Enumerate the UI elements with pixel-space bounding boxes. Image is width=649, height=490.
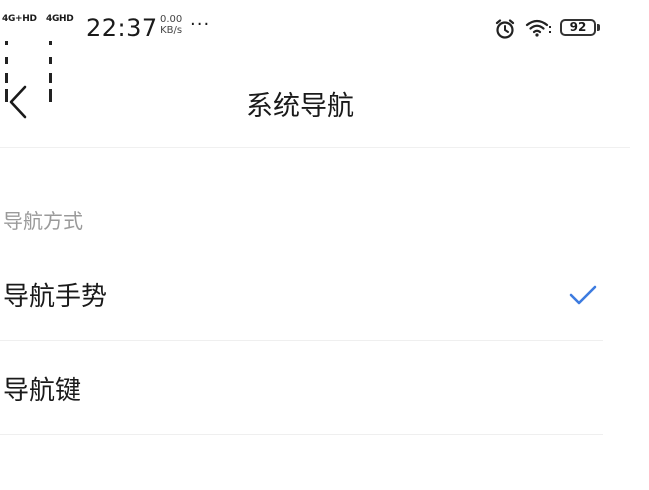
wifi-icon bbox=[525, 19, 551, 37]
network-speed-value: 0.00 bbox=[160, 14, 183, 25]
alarm-clock-icon bbox=[495, 19, 515, 39]
status-bar: 4G+HD 4GHD 22:37 0.00 KB/s ··· 92 bbox=[0, 0, 649, 102]
network-speed: 0.00 KB/s bbox=[160, 14, 182, 36]
more-notifications-icon: ··· bbox=[190, 14, 211, 35]
option-label: 导航手势 bbox=[3, 282, 108, 312]
network-speed-unit: KB/s bbox=[160, 25, 183, 36]
network-type-label: 4GHD bbox=[46, 14, 74, 24]
title-bar: 系统导航 bbox=[0, 60, 630, 148]
page-title: 系统导航 bbox=[246, 91, 354, 122]
clock-time: 22:37 bbox=[86, 14, 158, 42]
section-label-navigation-mode: 导航方式 bbox=[3, 209, 83, 233]
battery-icon bbox=[597, 24, 600, 31]
option-gesture-navigation[interactable]: 导航手势 bbox=[0, 246, 603, 341]
option-label: 导航键 bbox=[3, 376, 82, 406]
checkmark-icon bbox=[569, 285, 597, 305]
battery-level: 92 bbox=[560, 19, 596, 36]
network-type-label: 4G+HD bbox=[2, 14, 37, 24]
option-navigation-keys[interactable]: 导航键 bbox=[0, 340, 603, 435]
